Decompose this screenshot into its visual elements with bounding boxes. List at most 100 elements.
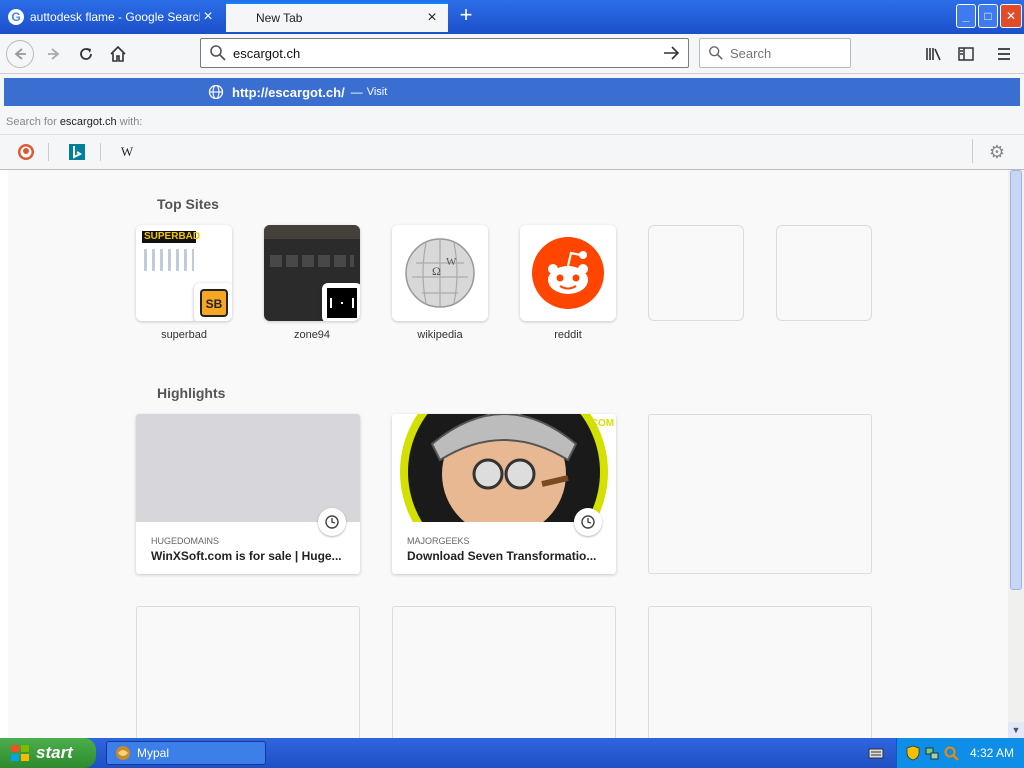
top-site-zone94[interactable]: zone94 (264, 225, 360, 341)
highlight-card[interactable]: HUGEDOMAINS WinXSoft.com is for sale | H… (136, 414, 360, 574)
reddit-icon (532, 237, 604, 309)
visit-suggestion-row[interactable]: http://escargot.ch/ — Visit (4, 78, 1020, 106)
top-site-label: wikipedia (417, 329, 463, 341)
visit-action: Visit (366, 86, 388, 98)
home-button[interactable] (104, 40, 132, 68)
highlight-placeholder (648, 414, 872, 574)
thumbnail-decoration (144, 249, 194, 271)
wikipedia-engine-button[interactable]: W (116, 141, 138, 163)
url-input[interactable] (233, 45, 662, 61)
forward-button[interactable] (40, 40, 68, 68)
top-site-tile: ΩW (392, 225, 488, 321)
top-site-tile (264, 225, 360, 321)
top-site-label: zone94 (293, 329, 331, 341)
svg-text:W: W (121, 144, 134, 159)
search-icon (709, 46, 723, 60)
start-button[interactable]: start (0, 738, 96, 768)
visit-url: http://escargot.ch/ (232, 84, 345, 100)
page-scrollbar[interactable]: ▼ (1008, 170, 1024, 738)
sidebar-button[interactable] (954, 42, 978, 66)
library-icon (926, 48, 941, 61)
top-site-empty[interactable] (648, 225, 744, 329)
search-input[interactable] (730, 45, 842, 61)
top-site-tile-placeholder (648, 225, 744, 321)
highlight-source: MAJORGEEKS (407, 536, 470, 546)
thumbnail-decoration (264, 225, 360, 239)
menu-button[interactable] (992, 42, 1016, 66)
mypal-app-icon (116, 746, 130, 760)
home-icon (110, 45, 126, 62)
close-window-button[interactable]: ✕ (1000, 4, 1022, 28)
majorgeeks-logo: .COM (400, 414, 614, 574)
top-site-superbad[interactable]: SUPERBAD SB superbad (136, 225, 232, 341)
highlight-card[interactable]: .COM MAJORGEEKS Download Seven Transform… (392, 414, 616, 574)
highlight-title: WinXSoft.com is for sale | Huge... (151, 549, 342, 563)
top-site-wikipedia[interactable]: ΩW wikipedia (392, 225, 488, 341)
wikipedia-globe-icon: ΩW (405, 238, 475, 308)
top-site-tile (520, 225, 616, 321)
top-site-reddit[interactable]: reddit (520, 225, 616, 341)
duckduckgo-icon (18, 144, 34, 160)
new-tab-button[interactable]: + (454, 4, 478, 28)
taskbar-clock: 4:32 AM (970, 746, 1015, 760)
top-sites-heading: Top Sites (157, 196, 219, 212)
reload-button[interactable] (72, 40, 100, 68)
globe-icon (208, 84, 224, 100)
library-button[interactable] (922, 42, 946, 66)
bing-icon (69, 144, 85, 160)
url-bar[interactable] (200, 38, 689, 68)
svg-text:.COM: .COM (588, 418, 614, 429)
wikipedia-icon: W (121, 144, 134, 159)
tab-title: New Tab (256, 11, 303, 25)
clock-icon (574, 508, 602, 536)
network-icon[interactable] (924, 745, 940, 761)
system-tray: 4:32 AM (896, 738, 1024, 768)
highlight-placeholder (392, 606, 616, 738)
top-site-label: superbad (161, 329, 207, 341)
search-bar[interactable] (699, 38, 851, 68)
search-tray-icon[interactable] (943, 745, 959, 761)
top-site-empty[interactable] (776, 225, 872, 329)
clock-icon (318, 508, 346, 536)
security-shield-icon[interactable] (905, 745, 921, 761)
sidebar-icon (958, 47, 974, 61)
top-site-tile-placeholder (776, 225, 872, 321)
tab-close-icon[interactable]: × (200, 9, 216, 25)
start-label: start (36, 743, 73, 762)
duckduckgo-engine-button[interactable] (15, 141, 37, 163)
highlight-title: Download Seven Transformatio... (407, 549, 597, 563)
url-autocomplete-popup: http://escargot.ch/ — Visit Search for e… (0, 74, 1024, 170)
minimize-button[interactable]: _ (956, 4, 976, 28)
taskbar-item-mypal[interactable]: Mypal (106, 741, 266, 765)
one-off-search-engines: W ⚙ (0, 134, 1024, 169)
back-button[interactable] (6, 40, 34, 68)
svg-text:W: W (446, 256, 457, 268)
arrow-left-icon (14, 48, 26, 60)
highlight-source: HUGEDOMAINS (151, 536, 220, 546)
tab-close-icon[interactable]: × (424, 10, 440, 26)
tab-google-search[interactable]: G auttodesk flame - Google Search × (0, 2, 224, 32)
windows-flag-icon (11, 745, 29, 761)
scrollbar-thumb[interactable] (1010, 170, 1022, 590)
svg-text:SB: SB (206, 297, 223, 311)
search-icon (210, 45, 226, 61)
new-tab-page: Top Sites SUPERBAD SB superbad zone94 ΩW… (0, 170, 1008, 738)
search-settings-button[interactable]: ⚙ (986, 141, 1008, 163)
tab-strip: G auttodesk flame - Google Search × New … (0, 0, 1024, 34)
gear-icon: ⚙ (988, 141, 1006, 162)
tab-new-tab[interactable]: New Tab × (226, 2, 448, 32)
superbad-badge: SB (194, 283, 232, 321)
top-site-tile: SUPERBAD SB (136, 225, 232, 321)
separator (100, 143, 101, 161)
taskbar: start Mypal 4:32 AM (0, 738, 1024, 768)
separator (972, 139, 973, 163)
reload-icon (80, 48, 92, 60)
superbad-logo: SUPERBAD (142, 231, 201, 243)
go-arrow-icon[interactable] (662, 44, 680, 62)
scroll-down-arrow-icon[interactable]: ▼ (1008, 722, 1024, 738)
maximize-button[interactable]: □ (978, 4, 998, 28)
highlight-placeholder (648, 606, 872, 738)
hamburger-icon (998, 48, 1010, 60)
bing-engine-button[interactable] (66, 141, 88, 163)
keyboard-icon[interactable] (868, 745, 884, 761)
